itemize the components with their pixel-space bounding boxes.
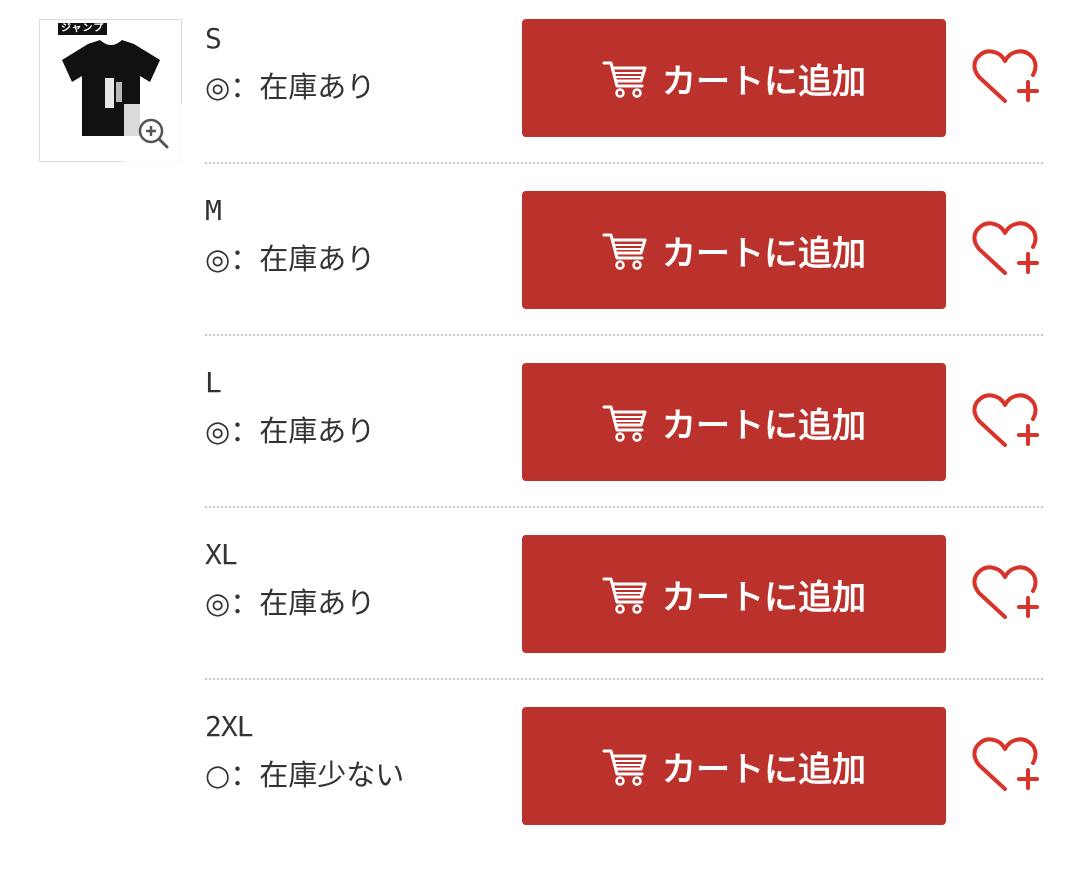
add-to-favorites-button[interactable] [971,563,1039,625]
add-to-favorites-button[interactable] [971,735,1039,797]
stock-status: ◎：在庫あり [205,414,376,448]
cart-icon [602,233,647,270]
add-to-cart-label: カートに追加 [662,61,866,102]
add-to-favorites-button[interactable] [971,219,1039,281]
size-label: L [205,366,222,399]
add-to-cart-button[interactable]: カートに追加 [522,363,946,481]
size-label: S [205,22,222,55]
add-to-cart-label: カートに追加 [662,749,866,790]
add-to-cart-label: カートに追加 [662,233,866,274]
row-divider [205,334,1043,336]
zoom-in-icon [138,118,169,149]
variant-row-s: S ◎：在庫あり カートに追加 [205,19,1043,137]
add-to-favorites-button[interactable] [971,391,1039,453]
product-thumbnail[interactable]: ジャンプ [39,19,182,162]
add-to-cart-label: カートに追加 [662,577,866,618]
add-to-favorites-button[interactable] [971,47,1039,109]
size-label: XL [205,538,238,571]
stock-status: ◎：在庫あり [205,242,376,276]
add-to-cart-button[interactable]: カートに追加 [522,191,946,309]
variant-row-xl: XL ◎：在庫あり カートに追加 [205,535,1043,653]
cart-icon [602,577,647,614]
variant-row-2xl: 2XL ○：在庫少ない カートに追加 [205,707,1043,825]
stock-status: ○：在庫少ない [205,758,405,792]
variant-row-l: L ◎：在庫あり カートに追加 [205,363,1043,481]
cart-icon [602,405,647,442]
zoom-button[interactable] [124,104,182,162]
heart-plus-icon [972,221,1039,275]
row-divider [205,506,1043,508]
stock-status: ◎：在庫あり [205,70,376,104]
row-divider [205,162,1043,164]
size-label: 2XL [205,710,254,743]
add-to-cart-button[interactable]: カートに追加 [522,707,946,825]
cart-icon [602,61,647,98]
heart-plus-icon [972,737,1039,791]
size-label: M [205,194,222,227]
variant-row-m: M ◎：在庫あり カートに追加 [205,191,1043,309]
heart-plus-icon [972,393,1039,447]
add-to-cart-label: カートに追加 [662,405,866,446]
cart-icon [602,749,647,786]
add-to-cart-button[interactable]: カートに追加 [522,19,946,137]
row-divider [205,678,1043,680]
add-to-cart-button[interactable]: カートに追加 [522,535,946,653]
heart-plus-icon [972,49,1039,103]
brand-logo: ジャンプ [58,23,108,35]
stock-status: ◎：在庫あり [205,586,376,620]
heart-plus-icon [972,565,1039,619]
